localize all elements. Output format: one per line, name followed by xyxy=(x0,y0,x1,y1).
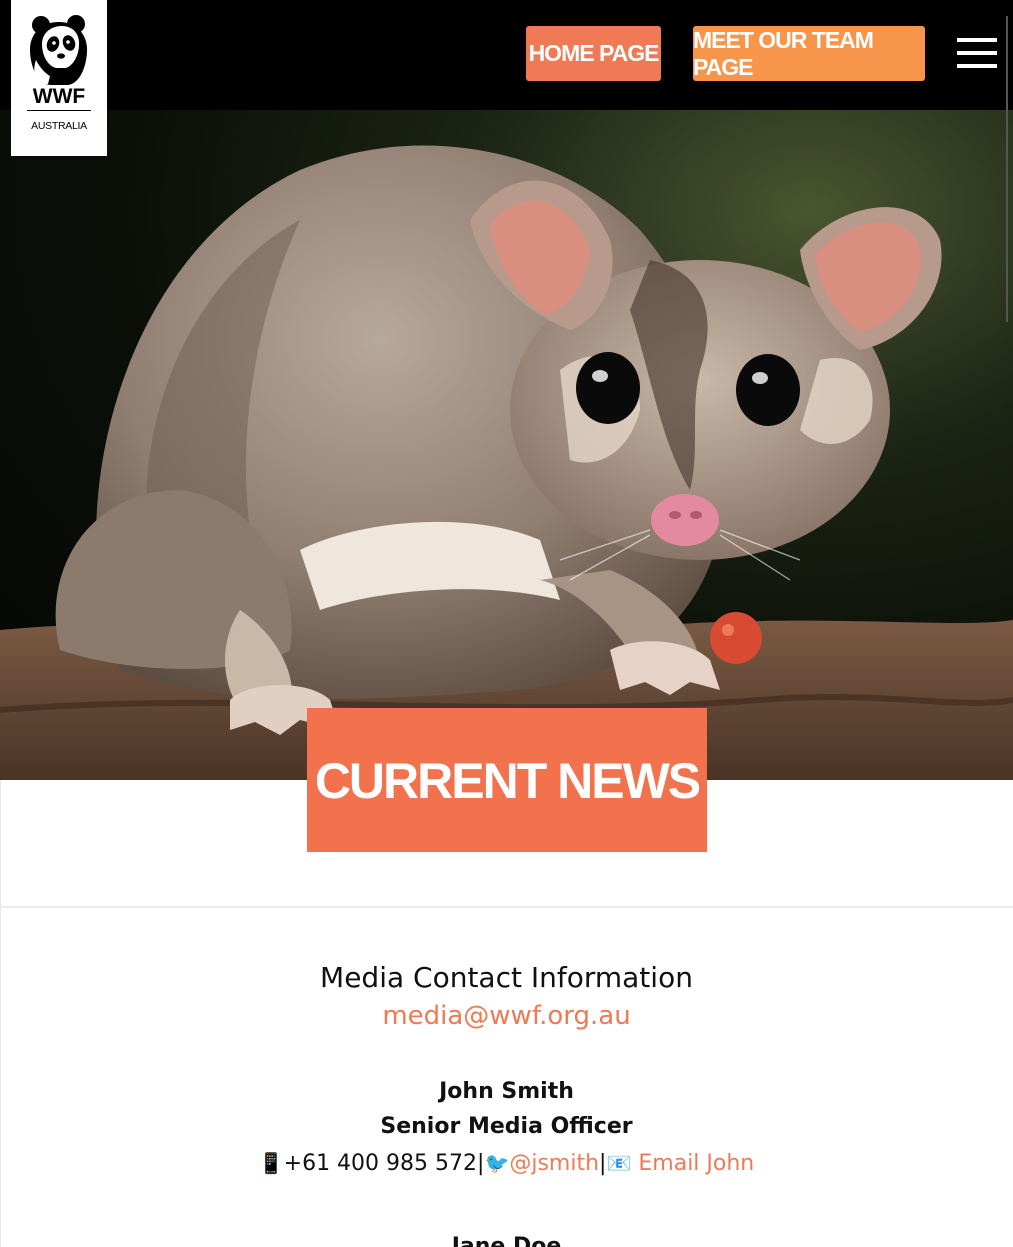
possum-illustration xyxy=(0,145,1013,780)
section-divider xyxy=(0,906,1013,908)
wwf-logo[interactable]: WWF AUSTRALIA xyxy=(11,0,107,156)
logo-wordmark: WWF xyxy=(32,85,86,108)
home-page-button[interactable]: HOME PAGE xyxy=(526,26,661,81)
scrollbar[interactable] xyxy=(1006,16,1013,322)
twitter-handle-link[interactable]: @jsmith xyxy=(509,1151,599,1176)
media-email-link[interactable]: media@wwf.org.au xyxy=(0,998,1013,1034)
twitter-bird-icon: 🐦 xyxy=(484,1151,510,1175)
logo-divider xyxy=(27,110,91,111)
contact-phone: +61 400 985 572 xyxy=(283,1151,478,1176)
hero-image-possum xyxy=(0,110,1013,780)
menu-line xyxy=(957,38,997,42)
contact-role: Senior Media Officer xyxy=(380,1114,633,1139)
hamburger-menu-icon[interactable] xyxy=(957,38,997,68)
contact-details-line: 📱+61 400 985 572|🐦@jsmith|📧 Email John xyxy=(0,1145,1013,1182)
menu-line xyxy=(957,51,997,55)
email-john-link[interactable]: Email John xyxy=(638,1151,754,1176)
menu-line xyxy=(957,64,997,68)
phone-icon: 📱 xyxy=(258,1151,284,1175)
contact-name: John Smith xyxy=(439,1079,574,1104)
meet-our-team-button[interactable]: MEET OUR TEAM PAGE xyxy=(693,26,925,81)
current-news-title: CURRENT NEWS xyxy=(314,753,701,809)
media-contact-section: Media Contact Information media@wwf.org.… xyxy=(0,958,1013,1182)
current-news-banner: CURRENT NEWS xyxy=(307,708,707,852)
media-contact-heading: Media Contact Information xyxy=(320,961,693,994)
logo-country: AUSTRALIA xyxy=(31,120,87,132)
email-icon: 📧 xyxy=(606,1151,632,1175)
panda-icon xyxy=(29,15,88,85)
next-contact-name: Jane Doe xyxy=(451,1234,562,1247)
